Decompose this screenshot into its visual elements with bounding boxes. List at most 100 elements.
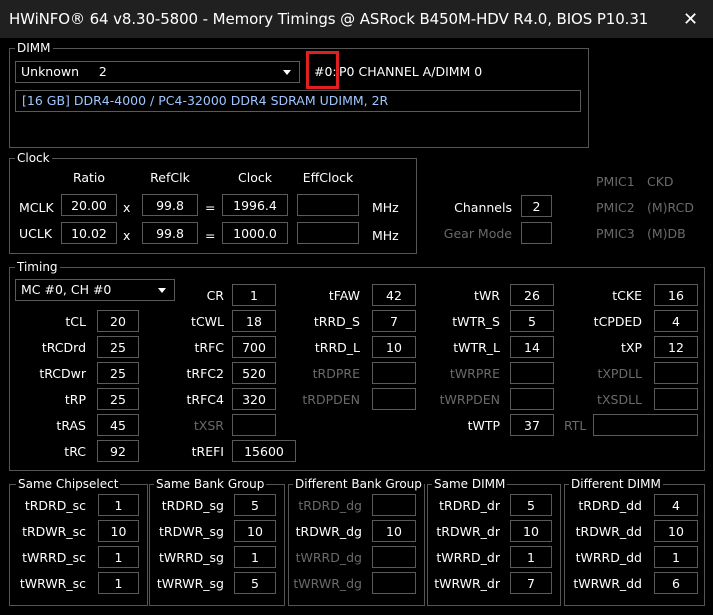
different-dimm-label: Different DIMM <box>569 477 663 491</box>
trdrd-sc-label: tRDRD_sc <box>24 498 86 513</box>
title-bar: HWiNFO® 64 v8.30-5800 - Memory Timings @… <box>0 0 713 38</box>
trdwr-sc-label: tRDWR_sc <box>22 524 86 539</box>
window-title: HWiNFO® 64 v8.30-5800 - Memory Timings @… <box>9 10 649 28</box>
trrd-l-value: 10 <box>372 336 416 358</box>
trdwr-sg-value: 10 <box>234 520 276 542</box>
txsdll-value <box>654 388 698 410</box>
twrrd-dg-label: tWRRD_dg <box>295 550 362 565</box>
twr-value: 26 <box>510 284 554 306</box>
twrrd-dd-value: 1 <box>654 546 698 568</box>
tfaw-label: tFAW <box>328 288 360 303</box>
mc-select[interactable]: MC #0, CH #0 <box>15 279 175 301</box>
mclk-clock: 1996.4 <box>222 194 288 216</box>
pmic3-value: (M)DB <box>647 226 686 241</box>
twtp-value: 37 <box>510 414 554 436</box>
tcl-label: tCL <box>65 314 86 329</box>
gear-mode-value <box>521 222 552 244</box>
rtl-value <box>593 414 698 436</box>
trdwr-sg-label: tRDWR_sg <box>159 524 224 539</box>
trc-value: 92 <box>97 440 139 462</box>
mclk-refclk: 99.8 <box>142 194 198 216</box>
twrwr-sc-label: tWRWR_sc <box>19 576 86 591</box>
txpdll-label: tXPDLL <box>597 366 642 381</box>
twrpden-label: tWRPDEN <box>439 392 500 407</box>
ratio-header: Ratio <box>72 170 106 185</box>
trdwr-dr-value: 10 <box>510 520 552 542</box>
twrwr-sg-value: 5 <box>234 572 276 594</box>
twrrd-dr-label: tWRRD_dr <box>436 550 500 565</box>
same-dimm-label: Same DIMM <box>432 477 508 491</box>
trcdrd-label: tRCDrd <box>41 340 86 355</box>
twrwr-dg-value <box>372 572 416 594</box>
tcke-value: 16 <box>654 284 698 306</box>
uclk-unit: MHz <box>372 228 399 243</box>
trrd-s-value: 7 <box>372 310 416 332</box>
effclock-header: EffClock <box>302 170 354 185</box>
twrrd-sc-label: tWRRD_sc <box>22 550 86 565</box>
uclk-refclk: 99.8 <box>142 222 198 244</box>
trdrd-dg-label: tRDRD_dg <box>298 498 362 513</box>
dimm-group-label: DIMM <box>15 41 53 55</box>
twrwr-sg-label: tWRWR_sg <box>156 576 224 591</box>
dimm-select-value: Unknown 2 <box>21 64 107 79</box>
twrrd-sg-value: 1 <box>234 546 276 568</box>
trdrd-dd-label: tRDRD_dd <box>578 498 642 513</box>
clock-group-label: Clock <box>15 151 52 165</box>
twrpre-value <box>510 362 554 384</box>
tcke-label: tCKE <box>612 288 642 303</box>
chevron-down-icon <box>283 70 291 75</box>
trdwr-dg-value: 10 <box>372 520 416 542</box>
pmic1-label: PMIC1 <box>596 174 635 189</box>
mclk-equals: = <box>205 200 216 215</box>
twrwr-dg-label: tWRWR_dg <box>293 576 362 591</box>
close-icon[interactable]: ✕ <box>683 9 698 30</box>
trdrd-dr-value: 5 <box>510 494 552 516</box>
twrrd-dd-label: tWRRD_dd <box>575 550 642 565</box>
twrpden-value <box>510 388 554 410</box>
timing-group-label: Timing <box>15 260 60 274</box>
same-chipselect-label: Same Chipselect <box>16 477 121 491</box>
different-bank-group-label: Different Bank Group <box>293 477 424 491</box>
mclk-label: MCLK <box>19 200 54 215</box>
trdwr-dd-label: tRDWR_dd <box>575 524 642 539</box>
tcwl-label: tCWL <box>191 314 224 329</box>
trdrd-sc-value: 1 <box>98 494 139 516</box>
mclk-ratio: 20.00 <box>61 194 117 216</box>
twrrd-sg-label: tWRRD_sg <box>159 550 224 565</box>
txpdll-value <box>654 362 698 384</box>
trdpden-label: tRDPDEN <box>302 392 360 407</box>
twrrd-dg-value <box>372 546 416 568</box>
trdrd-sg-value: 5 <box>234 494 276 516</box>
uclk-equals: = <box>205 228 216 243</box>
uclk-clock: 1000.0 <box>222 222 288 244</box>
trdrd-dd-value: 4 <box>654 494 698 516</box>
trdpre-value <box>372 362 416 384</box>
trcdwr-label: tRCDwr <box>39 366 86 381</box>
mclk-unit: MHz <box>372 200 399 215</box>
twrwr-dr-label: tWRWR_dr <box>434 576 500 591</box>
uclk-label: UCLK <box>19 226 53 241</box>
twtp-label: tWTP <box>467 418 500 433</box>
tcl-value: 20 <box>97 310 139 332</box>
channels-value: 2 <box>521 195 552 217</box>
tcpded-value: 4 <box>654 310 698 332</box>
trp-label: tRP <box>64 392 86 407</box>
trfc2-value: 520 <box>232 362 276 384</box>
clock-header: Clock <box>238 170 272 185</box>
twrwr-dr-value: 7 <box>510 572 552 594</box>
twtr-l-value: 14 <box>510 336 554 358</box>
twr-label: tWR <box>474 288 500 303</box>
trp-value: 25 <box>97 388 139 410</box>
tras-label: tRAS <box>56 418 86 433</box>
pmic2-label: PMIC2 <box>596 200 635 215</box>
mc-select-value: MC #0, CH #0 <box>21 282 112 297</box>
twrrd-dr-value: 1 <box>510 546 552 568</box>
cr-value: 1 <box>232 284 276 306</box>
pmic1-value: CKD <box>647 174 674 189</box>
trdwr-dg-label: tRDWR_dg <box>295 524 362 539</box>
trdwr-dr-label: tRDWR_dr <box>436 524 500 539</box>
twtr-s-value: 5 <box>510 310 554 332</box>
txp-label: tXP <box>620 340 642 355</box>
dimm-select[interactable]: Unknown 2 <box>15 61 300 83</box>
gear-mode-label: Gear Mode <box>443 226 512 241</box>
